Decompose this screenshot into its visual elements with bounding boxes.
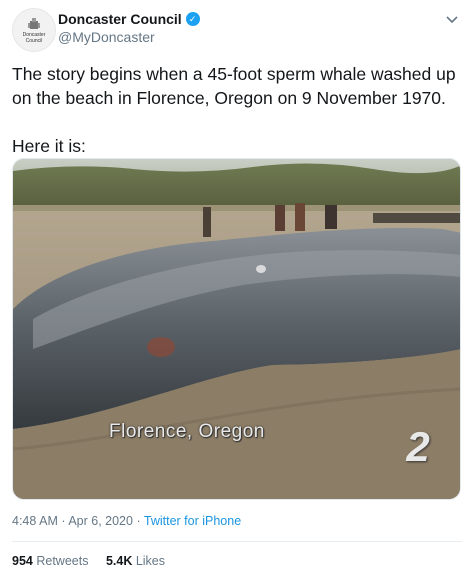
meta-separator-2: · xyxy=(136,514,141,528)
meta-separator: · xyxy=(61,514,66,528)
handle[interactable]: @MyDoncaster xyxy=(58,28,200,46)
tweet-header: Doncaster Council Doncaster Council ✓ @M… xyxy=(12,8,462,52)
avatar-text-line2: Council xyxy=(25,38,43,44)
retweets-stat[interactable]: 954 Retweets xyxy=(12,554,92,568)
channel-logo: 2 xyxy=(406,423,430,470)
tweet-media-image[interactable]: Florence, Oregon 2 xyxy=(12,158,461,500)
display-name[interactable]: Doncaster Council xyxy=(58,10,182,28)
avatar[interactable]: Doncaster Council xyxy=(12,8,56,52)
tweet-source-link[interactable]: Twitter for iPhone xyxy=(144,514,241,528)
divider xyxy=(12,541,462,542)
author-names: Doncaster Council ✓ @MyDoncaster xyxy=(58,10,200,46)
tweet-meta: 4:48 AM · Apr 6, 2020 · Twitter for iPho… xyxy=(12,513,241,529)
tweet-paragraph-1: The story begins when a 45-foot sperm wh… xyxy=(12,64,456,108)
tweet-paragraph-2: Here it is: xyxy=(12,136,86,156)
tweet-stats: 954 Retweets 5.4K Likes xyxy=(12,553,179,569)
likes-label: Likes xyxy=(135,554,166,568)
likes-stat[interactable]: 5.4K Likes xyxy=(106,554,165,568)
likes-count: 5.4K xyxy=(105,554,133,568)
verified-badge-icon: ✓ xyxy=(185,12,200,26)
crest-icon xyxy=(28,18,40,29)
retweets-count: 954 xyxy=(12,554,33,568)
tweet-time[interactable]: 4:48 AM xyxy=(12,514,58,528)
chevron-down-icon[interactable] xyxy=(442,10,462,30)
retweets-label: Retweets xyxy=(36,554,89,568)
display-name-row[interactable]: Doncaster Council ✓ xyxy=(58,10,200,28)
tweet-date[interactable]: Apr 6, 2020 xyxy=(68,514,133,528)
tweet-text: The story begins when a 45-foot sperm wh… xyxy=(12,62,462,158)
video-caption: Florence, Oregon xyxy=(109,421,265,442)
